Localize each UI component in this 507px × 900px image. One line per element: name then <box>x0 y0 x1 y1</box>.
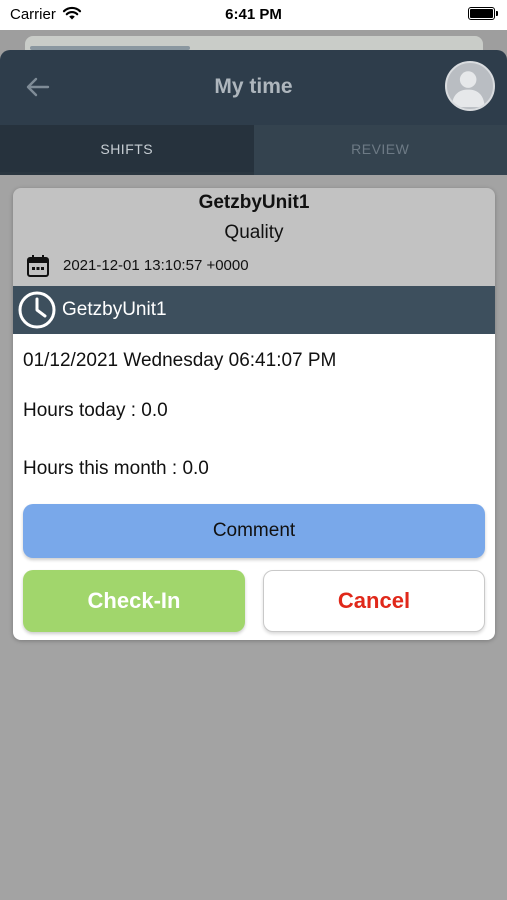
cancel-button[interactable]: Cancel <box>263 570 485 632</box>
check-in-button[interactable]: Check-In <box>23 570 245 632</box>
status-time: 6:41 PM <box>225 6 282 23</box>
battery-icon <box>468 7 498 20</box>
unit-bar: GetzbyUnit1 <box>13 286 495 334</box>
user-avatar-icon <box>451 71 485 108</box>
tab-shifts[interactable]: SHIFTS <box>0 125 254 175</box>
dialog-title: GetzbyUnit1 <box>198 192 310 213</box>
unit-name: GetzbyUnit1 <box>62 299 167 320</box>
dialog-subtitle: Quality <box>224 222 284 243</box>
comment-button[interactable]: Comment <box>23 504 485 558</box>
check-in-dialog: GetzbyUnit1 Quality 2021-12-01 13:10:57 … <box>13 188 495 640</box>
hours-today: Hours today : 0.0 <box>23 400 168 421</box>
calendar-icon <box>27 255 49 277</box>
tab-review[interactable]: REVIEW <box>253 125 507 175</box>
page-title: My time <box>214 75 293 98</box>
current-datetime: 01/12/2021 Wednesday 06:41:07 PM <box>23 350 337 371</box>
status-bar: Carrier 6:41 PM <box>0 0 507 30</box>
app-header: My time <box>0 50 507 125</box>
shift-datetime: 2021-12-01 13:10:57 +0000 <box>63 257 249 274</box>
dialog-body: 01/12/2021 Wednesday 06:41:07 PM Hours t… <box>13 334 495 640</box>
hours-this-month: Hours this month : 0.0 <box>23 458 209 479</box>
tab-bar: SHIFTS REVIEW <box>0 125 507 175</box>
avatar[interactable] <box>445 61 495 111</box>
clock-icon <box>18 291 56 329</box>
